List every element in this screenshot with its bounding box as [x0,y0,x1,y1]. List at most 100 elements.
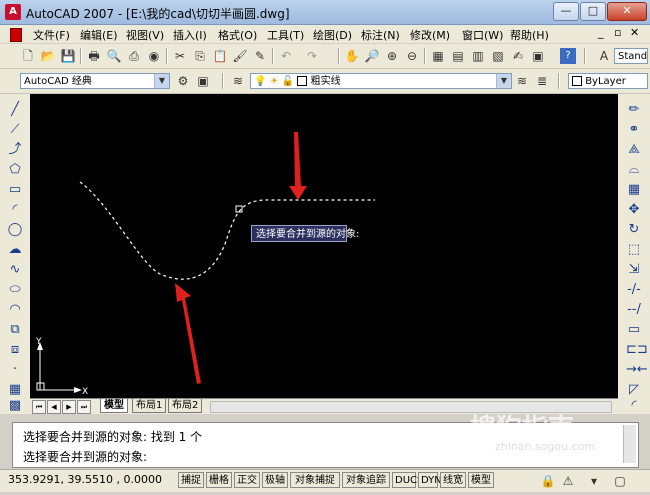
layer-manager-icon[interactable]: ≋ [230,73,246,89]
menu-dimension[interactable]: 标注(N) [361,27,400,43]
calculator-icon[interactable]: ▣ [530,48,546,64]
menu-insert[interactable]: 插入(I) [173,27,207,43]
open-file-icon[interactable]: 📂 [40,48,56,64]
snap-toggle[interactable]: 捕捉 [178,472,204,488]
grid-toggle[interactable]: 栅格 [206,472,232,488]
chevron-down-icon[interactable]: ▼ [496,74,511,88]
clean-screen-icon[interactable]: ▢ [612,473,628,489]
zoom-realtime-icon[interactable]: 🔎 [364,48,380,64]
menu-draw[interactable]: 绘图(D) [313,27,352,43]
dyn-toggle[interactable]: DYN [418,472,442,488]
copy-icon[interactable]: ⎘ [192,48,208,64]
erase-icon[interactable]: ✏ [626,102,642,118]
construction-line-icon[interactable]: ⟋ [7,122,23,138]
redo-icon[interactable]: ↷ [304,48,320,64]
save-icon[interactable]: 💾 [60,48,76,64]
paste-icon[interactable]: 📋 [212,48,228,64]
otrack-toggle[interactable]: 对象追踪 [342,472,390,488]
zoom-previous-icon[interactable]: ⊖ [404,48,420,64]
tab-model[interactable]: 模型 [100,399,128,413]
rectangle-icon[interactable]: ▭ [7,182,23,198]
copy-object-icon[interactable]: ⚭ [626,122,642,138]
design-center-icon[interactable]: ▤ [450,48,466,64]
properties-icon[interactable]: ▦ [430,48,446,64]
tool-palettes-icon[interactable]: ▥ [470,48,486,64]
break-icon[interactable]: ⊏⊐ [626,342,648,358]
first-tab-icon[interactable]: ⏮ [32,400,46,414]
workspace-select[interactable]: AutoCAD 经典 ▼ [20,73,170,89]
chamfer-icon[interactable]: ◸ [626,382,642,398]
next-tab-icon[interactable]: ▶ [62,400,76,414]
help-icon[interactable]: ? [560,48,576,64]
insert-block-icon[interactable]: ⧉ [7,322,23,338]
join-icon[interactable]: →← [626,362,648,378]
tab-layout2[interactable]: 布局2 [168,399,203,413]
menu-file[interactable]: 文件(F) [33,27,70,43]
circle-icon[interactable]: ◯ [7,222,23,238]
maximize-button[interactable]: □ [580,2,606,21]
communication-center-icon[interactable]: ⚠ [560,473,576,489]
scale-icon[interactable]: ⬚ [626,242,642,258]
minimize-button[interactable]: — [553,2,579,21]
break-at-point-icon[interactable]: ▭ [626,322,642,338]
document-icon[interactable] [10,28,22,42]
stretch-icon[interactable]: ⇲ [626,262,642,278]
undo-icon[interactable]: ↶ [278,48,294,64]
extend-icon[interactable]: --/ [626,302,642,318]
layer-select[interactable]: 💡 ☀ 🔓 粗实线 ▼ [250,73,512,89]
tab-layout1[interactable]: 布局1 [132,399,167,413]
tray-settings-icon[interactable]: ▾ [586,473,602,489]
save-workspace-icon[interactable]: ▣ [195,73,211,89]
cut-icon[interactable]: ✂ [172,48,188,64]
coordinate-readout[interactable]: 353.9291, 39.5510 , 0.0000 [8,473,162,486]
drawing-canvas-svg[interactable]: Y X [30,94,618,398]
plot-preview-icon[interactable]: 🔍 [106,48,122,64]
3d-dwf-icon[interactable]: ◉ [146,48,162,64]
trim-icon[interactable]: -/- [626,282,642,298]
rotate-icon[interactable]: ↻ [626,222,642,238]
match-properties-icon[interactable]: 🖌 [232,48,248,64]
arc-icon[interactable]: ◜ [7,202,23,218]
markup-icon[interactable]: ✍ [510,48,526,64]
lock-icon[interactable]: 🔒 [540,473,556,489]
make-block-icon[interactable]: ⧈ [7,342,23,358]
polar-toggle[interactable]: 极轴 [262,472,288,488]
fillet-icon[interactable]: ◜ [626,398,642,414]
text-style-icon[interactable]: A [596,48,612,64]
close-button[interactable]: ✕ [607,2,647,21]
menu-modify[interactable]: 修改(M) [410,27,450,43]
publish-icon[interactable]: ⎙ [126,48,142,64]
gradient-icon[interactable]: ▩ [7,398,23,414]
revision-cloud-icon[interactable]: ☁ [7,242,23,258]
osnap-toggle[interactable]: 对象捕捉 [290,472,340,488]
layer-previous-icon[interactable]: ≣ [534,73,550,89]
sheet-set-icon[interactable]: ▧ [490,48,506,64]
command-scrollbar[interactable] [623,425,636,463]
doc-minimize-button[interactable]: _ [598,26,604,39]
ortho-toggle[interactable]: 正交 [234,472,260,488]
make-object-layer-current-icon[interactable]: ≋ [514,73,530,89]
hatch-icon[interactable]: ▦ [7,382,23,398]
block-editor-icon[interactable]: ✎ [252,48,268,64]
pan-icon[interactable]: ✋ [344,48,360,64]
zoom-window-icon[interactable]: ⊕ [384,48,400,64]
lineweight-toggle[interactable]: 线宽 [440,472,466,488]
color-select[interactable]: ByLayer [568,73,648,89]
array-icon[interactable]: ▦ [626,182,642,198]
chevron-down-icon[interactable]: ▼ [154,74,169,88]
ellipse-arc-icon[interactable]: ◠ [7,302,23,318]
menu-tools[interactable]: 工具(T) [267,27,304,43]
doc-restore-button[interactable]: ▫ [614,26,621,39]
menu-window[interactable]: 窗口(W) [462,27,503,43]
spline-icon[interactable]: ∿ [7,262,23,278]
polygon-icon[interactable]: ⬠ [7,162,23,178]
autocad-app-icon[interactable]: A [5,4,21,20]
last-tab-icon[interactable]: ⏭ [77,400,91,414]
workspace-settings-icon[interactable]: ⚙ [175,73,191,89]
new-file-icon[interactable]: 🗋 [20,48,36,64]
model-toggle[interactable]: 模型 [468,472,494,488]
polyline-icon[interactable]: ⤴ [7,142,23,158]
ducs-toggle[interactable]: DUCS [392,472,423,488]
point-icon[interactable]: · [7,362,23,378]
text-style-select[interactable]: Stand [614,48,648,64]
